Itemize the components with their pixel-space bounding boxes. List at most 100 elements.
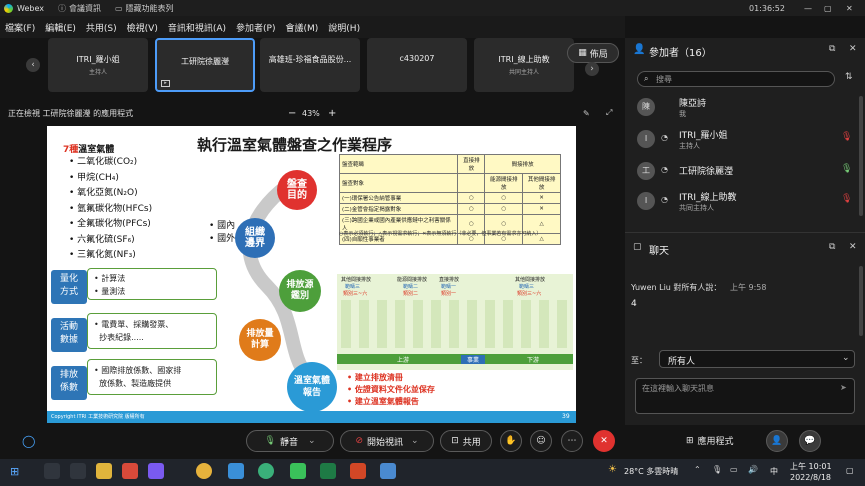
send-icon[interactable]: ➤ [840,383,847,392]
zoom-level[interactable]: 43% [302,109,320,118]
participants-icon: 👤 [633,44,646,55]
menu-audio-video[interactable]: 音訊和視訊(A) [163,21,231,34]
report-item: • 佐證資料文件化並保存 [347,385,435,394]
network-icon: ▭ [730,465,738,474]
volume-icon: 🔊 [748,465,758,474]
gas-item: • 全氟碳化物(PFCs) [69,219,151,229]
chat-scrollbar[interactable] [859,266,863,336]
video-tile[interactable]: c430207 [367,38,467,92]
participant-row[interactable]: 工 ◔ 工研院徐麗瀅 🎙 [637,160,857,186]
zoom-out-button[interactable]: − [288,108,296,119]
mic-muted-icon: 🎙 [841,132,853,142]
chat-input[interactable]: 在這裡輸入聊天訊息 ➤ [635,378,855,414]
notes-icon[interactable] [380,463,396,479]
participant-name: ITRI_羅小姐 [679,131,728,141]
strip-prev-button[interactable]: ‹ [26,58,40,72]
menu-view[interactable]: 檢視(V) [122,21,163,34]
strip-next-button[interactable]: › [585,62,599,76]
layout-button[interactable]: ▦ 佈局 [567,43,619,63]
quant-label: 量化 方式 [51,270,87,304]
menu-help[interactable]: 說明(H) [323,21,365,34]
zoom-in-button[interactable]: + [328,108,336,119]
search-taskbar-icon[interactable] [44,463,60,479]
avatar: I [637,130,655,148]
participant-search[interactable]: ⌕ 搜尋 [637,71,835,87]
app-title: Webex [17,3,44,13]
flow-label: 範疇二 [403,284,419,290]
annotate-icon[interactable]: ✎ [583,109,590,118]
webex-assist-icon[interactable]: ◯ [22,434,35,448]
mute-button[interactable]: 🎙 靜音 ⌄ [246,430,334,452]
powerpoint-icon[interactable] [350,463,366,479]
leave-meeting-button[interactable]: ✕ [593,430,615,452]
mic-tray-icon: 🎙 [712,465,723,474]
chrome-icon[interactable] [196,463,212,479]
reactions-button[interactable]: ☺ [530,430,552,452]
menu-file[interactable]: 檔案(F) [0,21,40,34]
pinned-app-icon[interactable] [228,463,244,479]
factor-box: • 國際排放係數、國家排 放係數、製造廠提供 [87,359,217,395]
close-button[interactable]: ✕ [846,4,853,13]
search-input[interactable]: 搜尋 [656,74,672,85]
report-item: • 建立排放清冊 [347,373,403,382]
stage-downstream: 下游 [527,357,540,364]
layout-label: 佈局 [589,49,608,60]
notification-icon[interactable]: ▢ [846,466,854,475]
avatar: 陳 [637,98,655,116]
audio-icon: ◔ [661,165,668,174]
apps-icon: ⊞ [686,435,694,446]
meeting-info-button[interactable]: 會議資訊 [69,3,101,14]
file-explorer-icon[interactable] [96,463,112,479]
stage-business: 事業 [461,355,486,364]
quant-box: • 計算法 • 量測法 [87,268,217,300]
participants-panel-button[interactable]: 👤 [766,430,788,452]
apps-button[interactable]: ⊞ 應用程式 [686,434,734,448]
chat-popout-icon[interactable]: ⧉ [829,242,835,252]
fullscreen-icon[interactable]: ⤢ [606,108,612,118]
minimize-button[interactable]: — [804,4,812,13]
participant-role: 主持人 [679,142,700,150]
hide-menu-button[interactable]: 隱藏功能表列 [126,3,174,14]
start-video-button[interactable]: ⊘ 開始視訊 ⌄ [340,430,434,452]
menu-edit[interactable]: 編輯(E) [40,21,81,34]
tray-chevron-icon[interactable]: ⌃ [694,465,701,474]
viewing-label: 正在檢視 工研院徐麗瀅 的應用程式 [8,108,134,118]
more-options-button[interactable]: ⋯ [561,430,583,452]
ime-indicator[interactable]: 中 [770,466,778,477]
flow-label: 類別三~六 [343,291,368,297]
report-item: • 建立溫室氣體報告 [347,397,419,406]
participant-row[interactable]: 陳 陳亞詩 我 [637,96,857,122]
video-tile-active[interactable]: 工研院徐麗瀅 ▸ [155,38,255,92]
video-tile[interactable]: ITRI_羅小姐 主持人 [48,38,148,92]
popout-icon[interactable]: ⧉ [829,44,835,54]
menu-share[interactable]: 共用(S) [81,21,122,34]
menu-participants[interactable]: 參加者(P) [231,21,280,34]
participant-row[interactable]: I ◔ ITRI_線上助教 共同主持人 🎙 [637,190,857,216]
windows-start-icon[interactable]: ⊞ [10,465,19,478]
share-button[interactable]: ⊡ 共用 [440,430,492,452]
video-tile[interactable]: ITRI_線上助教 共同主持人 [474,38,574,92]
circle-source-id: 排放源 鑑別 [279,270,321,312]
tile-name: 高雄班-珍福食品股份... [268,55,352,64]
recipient-select[interactable]: 所有人 ⌄ [659,350,855,368]
pinned-app-icon[interactable] [148,463,164,479]
slide-page-number: 39 [562,413,570,420]
table-subheader: 能源間接排放 [484,173,524,193]
raise-hand-button[interactable]: ✋ [500,430,522,452]
flow-label: 能源間接排放 [397,277,428,283]
menu-meeting[interactable]: 會議(M) [281,21,324,34]
participant-row[interactable]: I ◔ ITRI_羅小姐 主持人 🎙 [637,128,857,154]
excel-icon[interactable] [320,463,336,479]
chat-panel-button[interactable]: 💬 [799,430,821,452]
chat-text: 4 [631,299,637,309]
webex-taskbar-icon[interactable] [258,463,274,479]
participants-scrollbar[interactable] [859,96,863,216]
line-icon[interactable] [290,463,306,479]
task-view-icon[interactable] [70,463,86,479]
video-tile[interactable]: 高雄班-珍福食品股份... [260,38,360,92]
sort-icon[interactable]: ⇅ [845,72,853,82]
close-panel-icon[interactable]: ✕ [849,44,857,54]
maximize-button[interactable]: ▢ [824,4,832,13]
pinned-app-icon[interactable] [122,463,138,479]
chat-close-icon[interactable]: ✕ [849,242,857,252]
